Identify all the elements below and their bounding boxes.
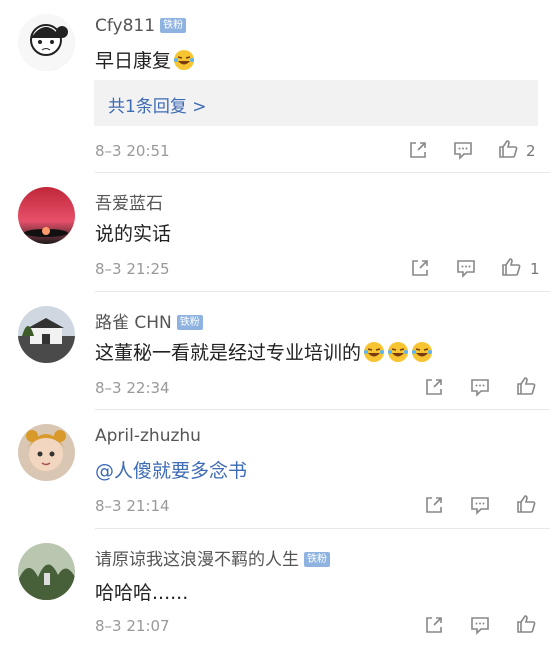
comment-text-mention[interactable]: @人傻就要多念书 [95, 456, 247, 483]
like-count: 2 [526, 142, 536, 160]
laugh-cry-emoji-icon [388, 342, 409, 362]
avatar[interactable] [18, 14, 75, 71]
comment-text: 哈哈哈...... [95, 582, 189, 604]
fan-badge: 铁粉 [160, 18, 187, 33]
avatar[interactable] [18, 424, 75, 481]
comment-item-2: 吾爱蓝石 说的实话 8–3 21:25 1 [0, 173, 550, 293]
view-replies-link[interactable]: 共1条回复 > [108, 92, 206, 117]
comment-username[interactable]: April-zhuzhu [95, 426, 201, 446]
laugh-cry-emoji-icon [174, 50, 195, 70]
reply-thread-box[interactable]: 共1条回复 > [94, 80, 538, 126]
comment-text: 这董秘一看就是经过专业培训的 [95, 338, 433, 365]
fan-badge: 铁粉 [304, 552, 330, 567]
comment-text: 早日康复 [95, 46, 195, 73]
comment-username[interactable]: 吾爱蓝石 [95, 189, 163, 214]
comment-item-4: April-zhuzhu @人傻就要多念书 8–3 21:14 [0, 410, 550, 530]
comment-icon[interactable] [469, 614, 491, 636]
share-icon[interactable] [423, 494, 445, 516]
like-count: 1 [530, 260, 540, 278]
avatar[interactable] [18, 187, 75, 244]
comment-icon[interactable] [469, 494, 491, 516]
fan-badge: 铁粉 [176, 315, 203, 330]
like-icon[interactable] [515, 493, 537, 515]
like-icon[interactable] [515, 375, 537, 397]
like-icon[interactable] [515, 613, 537, 635]
comment-time: 8–3 21:25 [95, 260, 170, 278]
comment-icon[interactable] [452, 139, 474, 161]
comment-time: 8–3 22:34 [95, 379, 170, 397]
comment-text: 说的实话 [95, 223, 172, 245]
avatar[interactable] [18, 543, 75, 600]
comment-icon[interactable] [469, 376, 491, 398]
comment-item-5: 请原谅我这浪漫不羁的人生 铁粉 哈哈哈...... 8–3 21:07 [0, 529, 550, 654]
like-icon[interactable] [497, 138, 519, 160]
share-icon[interactable] [423, 376, 445, 398]
like-icon[interactable] [500, 256, 522, 278]
comment-username[interactable]: 请原谅我这浪漫不羁的人生 铁粉 [95, 545, 330, 570]
comment-item-1: Cfy811 铁粉 早日康复 共1条回复 > 8–3 20:51 2 [0, 0, 550, 173]
avatar[interactable] [18, 306, 75, 363]
comment-time: 8–3 21:07 [95, 617, 170, 635]
comment-icon[interactable] [455, 257, 477, 279]
laugh-cry-emoji-icon [364, 342, 385, 362]
laugh-cry-emoji-icon [412, 342, 433, 362]
comment-item-3: 路雀 CHN 铁粉 这董秘一看就是经过专业培训的 8–3 22:34 [0, 292, 550, 410]
share-icon[interactable] [407, 139, 429, 161]
share-icon[interactable] [409, 257, 431, 279]
comment-username[interactable]: Cfy811 铁粉 [95, 16, 187, 36]
comment-username[interactable]: 路雀 CHN 铁粉 [95, 308, 203, 333]
comment-time: 8–3 20:51 [95, 142, 170, 160]
share-icon[interactable] [423, 614, 445, 636]
comment-time: 8–3 21:14 [95, 497, 170, 515]
